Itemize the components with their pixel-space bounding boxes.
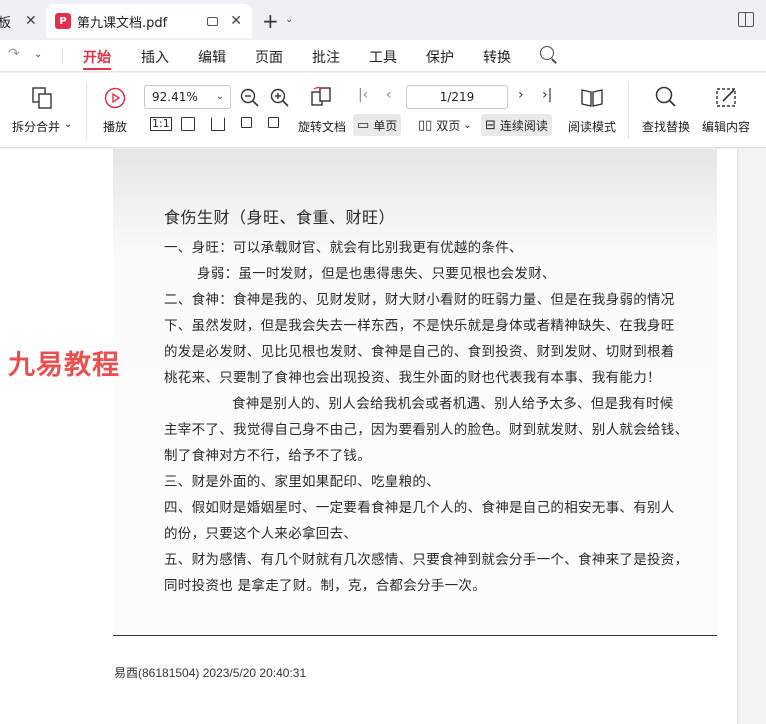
close-icon[interactable]: ✕ xyxy=(230,13,242,29)
title-bar: 板 ✕ P 第九课文档.pdf ✕ + ⌄ xyxy=(0,0,766,40)
chevron-down-icon: ⌄ xyxy=(215,91,224,102)
document-line: 制了食神对方不行，给予不了钱。 xyxy=(164,448,371,464)
new-tab-button[interactable]: + xyxy=(262,9,279,33)
double-page-button[interactable]: ▯▯ 双页 ⌄ xyxy=(414,114,476,136)
document-line: 身弱：虽一时发财，但是也患得患失、只要见根也会发财、 xyxy=(197,266,556,282)
document-line: 五、财为感情、有几个财就有几次感情、只要食神到就会分手一个、食神来了是投资， xyxy=(164,552,689,568)
rotate-document-button[interactable]: 旋转文档 xyxy=(298,118,346,135)
chevron-down-icon[interactable]: ⌄ xyxy=(285,14,293,25)
rotate-right-icon[interactable] xyxy=(268,117,279,128)
menu-item-convert[interactable]: 转换 xyxy=(483,47,511,67)
menu-item-edit[interactable]: 编辑 xyxy=(198,47,226,67)
last-page-icon[interactable]: ›| xyxy=(542,87,552,103)
previous-page-icon[interactable]: ‹ xyxy=(386,87,392,103)
split-merge-icon[interactable] xyxy=(32,87,52,109)
rotate-left-icon[interactable] xyxy=(241,117,252,128)
tab-title: 第九课文档.pdf xyxy=(77,15,168,31)
watermark-text: 九易教程 xyxy=(8,350,120,381)
document-line: 二、食神：食神是我的、见财发财，财大财小看财的旺弱力量、但是在我身弱的情况 xyxy=(164,292,675,308)
edit-content-icon[interactable] xyxy=(715,86,739,108)
chevron-down-icon[interactable]: ⌄ xyxy=(64,119,72,130)
tab-previous[interactable]: 板 ✕ xyxy=(0,6,44,36)
search-icon[interactable] xyxy=(655,86,677,108)
next-page-icon[interactable]: › xyxy=(518,87,524,103)
document-line: 四、假如财是婚姻星时、一定要看食神是几个人的、食神是自己的相安无事、有别人 xyxy=(164,500,675,516)
fit-width-icon[interactable] xyxy=(211,117,225,131)
document-line: 桃花来、只要制了食神也会出现投资、我生外面的财也代表我有本事、我有能力！ xyxy=(164,370,661,386)
continuous-read-button[interactable]: ⊟ 连续阅读 xyxy=(481,114,552,136)
document-line: 三、财是外面的、家里如果配印、吃皇粮的、 xyxy=(164,474,440,490)
divider xyxy=(62,48,63,64)
actual-size-icon[interactable]: 1:1 xyxy=(150,117,172,131)
chevron-down-icon[interactable]: ⌄ xyxy=(34,49,42,60)
continuous-read-label: 连续阅读 xyxy=(499,118,548,133)
continuous-read-icon: ⊟ xyxy=(485,117,496,133)
menu-item-start[interactable]: 开始 xyxy=(83,47,111,67)
window-icon[interactable] xyxy=(207,16,219,26)
find-replace-button[interactable]: 查找替换 xyxy=(642,118,690,135)
zoom-value: 92.41% xyxy=(152,90,198,104)
footer-divider xyxy=(113,635,717,636)
single-page-icon: ▭ xyxy=(357,117,370,133)
zoom-out-icon[interactable] xyxy=(240,88,260,108)
double-page-icon: ▯▯ xyxy=(418,117,433,133)
edit-content-button[interactable]: 编辑内容 xyxy=(702,118,750,135)
menu-item-tools[interactable]: 工具 xyxy=(369,47,397,67)
document-line: 的发是必发财、见比见根也发财、食神是自己的、食到投资、财到发财、切财到根着 xyxy=(164,344,675,360)
rotate-document-icon[interactable] xyxy=(310,86,332,108)
document-line: 一、身旺：可以承载财官、就会有比别我更有优越的条件、 xyxy=(164,240,523,256)
sidebar-toggle-icon[interactable] xyxy=(738,12,754,27)
menu-bar: ↷ ⌄ 开始 插入 编辑 页面 批注 工具 保护 转换 xyxy=(0,40,766,72)
play-button[interactable]: 播放 xyxy=(103,118,127,135)
fit-page-icon[interactable] xyxy=(181,117,195,131)
document-line: 下、虽然发财，但是我会失去一样东西，不是快乐就是身体或者精神缺失、在我身旺 xyxy=(164,318,675,334)
tab-active-document[interactable]: P 第九课文档.pdf ✕ xyxy=(46,4,252,38)
document-line: 食神是别人的、别人会给我机会或者机遇、别人给予太多、但是我有时候 xyxy=(232,396,674,412)
single-page-label: 单页 xyxy=(373,118,398,133)
double-page-label: 双页 xyxy=(436,118,461,133)
zoom-in-icon[interactable] xyxy=(270,88,290,108)
play-icon[interactable] xyxy=(104,87,126,109)
zoom-select[interactable]: 92.41% ⌄ xyxy=(144,85,231,109)
reading-mode-icon[interactable] xyxy=(580,86,604,108)
first-page-icon[interactable]: |‹ xyxy=(358,87,368,103)
reading-mode-button[interactable]: 阅读模式 xyxy=(568,118,616,135)
document-line: 主宰不了、我觉得自己身不由己，因为要看别人的脸色。财到就发财、别人就会给钱、 xyxy=(164,422,689,438)
active-menu-indicator xyxy=(83,68,111,70)
split-merge-button[interactable]: 拆分合并 xyxy=(12,118,60,135)
divider xyxy=(628,83,629,139)
menu-item-protect[interactable]: 保护 xyxy=(426,47,454,67)
single-page-button[interactable]: ▭ 单页 xyxy=(353,114,402,136)
search-icon[interactable] xyxy=(540,46,554,60)
redo-icon[interactable]: ↷ xyxy=(8,46,20,62)
footer-stamp: 易酉(86181504) 2023/5/20 20:40:31 xyxy=(114,666,307,680)
close-icon[interactable]: ✕ xyxy=(25,13,37,29)
vertical-scrollbar[interactable] xyxy=(737,149,766,724)
page-indicator: 1/219 xyxy=(439,90,475,104)
menu-item-annotate[interactable]: 批注 xyxy=(312,47,340,67)
tab-previous-label: 板 xyxy=(0,15,12,31)
page-number-input[interactable]: 1/219 xyxy=(406,85,508,109)
menu-item-insert[interactable]: 插入 xyxy=(141,47,169,67)
document-line: 的份，只要这个人来必拿回去、 xyxy=(164,526,358,542)
document-line: 同时投资也 是拿走了财。制，克，合都会分手一次。 xyxy=(164,578,486,594)
toolbar: 拆分合并 ⌄ 播放 92.41% ⌄ 1:1 旋转文档 |‹ ‹ 1/219 ›… xyxy=(0,73,766,148)
menu-item-page[interactable]: 页面 xyxy=(255,47,283,67)
pdf-icon: P xyxy=(55,13,71,29)
divider xyxy=(86,83,87,139)
document-heading: 食伤生财（身旺、食重、财旺） xyxy=(164,208,396,227)
chevron-down-icon: ⌄ xyxy=(463,119,472,131)
